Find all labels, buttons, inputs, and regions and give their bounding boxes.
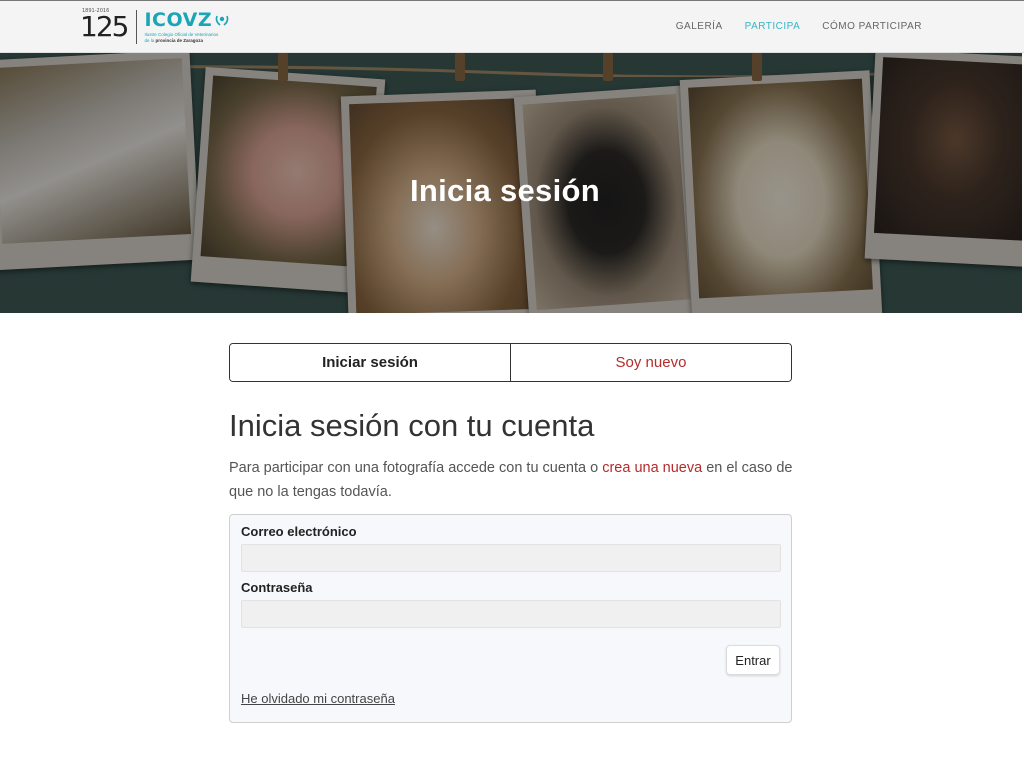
hero-banner: Inicia sesión — [0, 53, 1022, 313]
login-form: Correo electrónico Contraseña Entrar He … — [229, 514, 792, 723]
password-label: Contraseña — [241, 580, 313, 595]
logo-number: 125 — [80, 10, 129, 43]
logo-years: 1891-2016 — [82, 8, 110, 14]
password-input[interactable] — [241, 600, 781, 628]
top-header: 1891-2016 125 ICOVZ Ilustre Colegio Ofic… — [0, 0, 1024, 53]
hero-title: Inicia sesión — [410, 173, 600, 208]
auth-tabs: Iniciar sesión Soy nuevo — [229, 343, 792, 382]
main-nav: GALERÍA PARTICIPA CÓMO PARTICIPAR — [676, 21, 922, 32]
email-label: Correo electrónico — [241, 524, 357, 539]
site-logo[interactable]: 1891-2016 125 ICOVZ Ilustre Colegio Ofic… — [80, 8, 230, 46]
logo-divider — [136, 10, 138, 44]
logo-brand: ICOVZ Ilustre Colegio Oficial de Veterin… — [144, 8, 230, 43]
email-input[interactable] — [241, 544, 781, 572]
page-title: Inicia sesión con tu cuenta — [229, 408, 595, 443]
tab-iniciar-sesion[interactable]: Iniciar sesión — [230, 344, 511, 381]
logo-subtitle: Ilustre Colegio Oficial de Veterinarios … — [144, 31, 219, 43]
nav-galeria[interactable]: GALERÍA — [676, 21, 723, 32]
entrar-button[interactable]: Entrar — [726, 645, 780, 675]
intro-text: Para participar con una fotografía acced… — [229, 460, 793, 500]
logo-125-mark: 1891-2016 125 — [80, 9, 129, 43]
nav-como-participar[interactable]: CÓMO PARTICIPAR — [822, 21, 922, 32]
laurel-emblem-icon — [215, 16, 229, 26]
tab-soy-nuevo[interactable]: Soy nuevo — [511, 344, 791, 381]
logo-wordmark: ICOVZ — [144, 8, 213, 31]
forgot-password-link[interactable]: He olvidado mi contraseña — [241, 691, 395, 706]
create-account-link[interactable]: crea una nueva — [602, 460, 702, 476]
nav-participa[interactable]: PARTICIPA — [745, 21, 801, 32]
